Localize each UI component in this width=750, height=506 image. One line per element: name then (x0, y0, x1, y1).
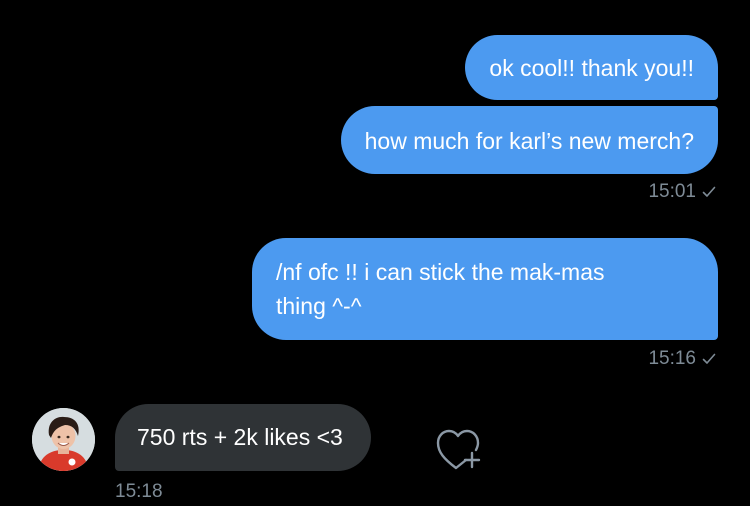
message-timestamp: 15:18 (115, 481, 163, 503)
incoming-message[interactable]: 750 rts + 2k likes <3 (115, 404, 371, 471)
message-timestamp: 15:16 (648, 348, 716, 372)
timestamp-text: 15:18 (115, 481, 163, 502)
timestamp-text: 15:16 (648, 348, 696, 369)
outgoing-message[interactable]: ok cool!! thank you!! (465, 35, 718, 100)
heart-plus-icon[interactable] (436, 426, 482, 470)
message-timestamp: 15:01 (648, 181, 716, 205)
user-avatar[interactable] (32, 408, 95, 471)
outgoing-message[interactable]: /nf ofc !! i can stick the mak-mas thing… (252, 238, 718, 340)
checkmark-icon (702, 350, 716, 372)
timestamp-text: 15:01 (648, 181, 696, 202)
outgoing-message[interactable]: how much for karl’s new merch? (340, 106, 718, 174)
checkmark-icon (702, 183, 716, 205)
